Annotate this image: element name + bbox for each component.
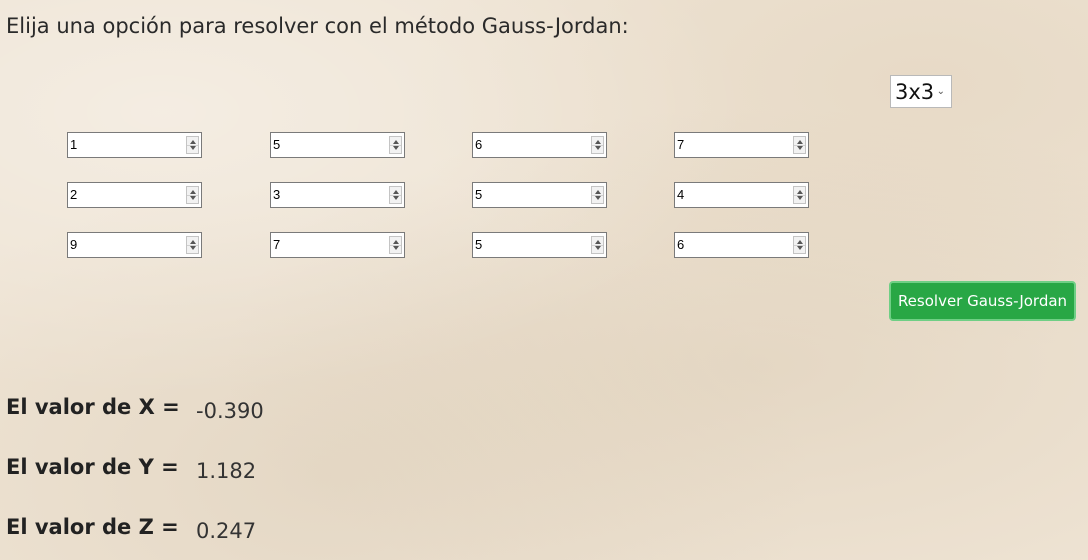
matrix-cell-input[interactable]: 1 bbox=[67, 132, 202, 158]
matrix-cell-input[interactable]: 6 bbox=[674, 232, 809, 258]
spinner-arrows-icon[interactable] bbox=[389, 136, 402, 154]
spinner-arrows-icon[interactable] bbox=[186, 236, 199, 254]
matrix-cell-input[interactable]: 3 bbox=[270, 182, 405, 208]
matrix-cell-value: 1 bbox=[70, 137, 78, 152]
spinner-arrows-icon[interactable] bbox=[389, 236, 402, 254]
spinner-arrows-icon[interactable] bbox=[793, 186, 806, 204]
chevron-down-icon: ⌄ bbox=[936, 86, 945, 97]
result-label: El valor de Z = bbox=[6, 515, 179, 539]
spinner-arrows-icon[interactable] bbox=[793, 136, 806, 154]
matrix-cell-value: 6 bbox=[475, 137, 483, 152]
matrix-cell-value: 2 bbox=[70, 187, 78, 202]
spinner-arrows-icon[interactable] bbox=[591, 236, 604, 254]
matrix-cell-value: 5 bbox=[475, 187, 483, 202]
matrix-cell-input[interactable]: 9 bbox=[67, 232, 202, 258]
spinner-arrows-icon[interactable] bbox=[793, 236, 806, 254]
matrix-cell-value: 4 bbox=[677, 187, 685, 202]
result-value: -0.390 bbox=[196, 399, 264, 423]
matrix-cell-input[interactable]: 2 bbox=[67, 182, 202, 208]
solve-gauss-jordan-button[interactable]: Resolver Gauss-Jordan bbox=[889, 281, 1076, 321]
matrix-cell-value: 5 bbox=[273, 137, 281, 152]
matrix-cell-input[interactable]: 5 bbox=[472, 182, 607, 208]
spinner-arrows-icon[interactable] bbox=[186, 136, 199, 154]
matrix-cell-input[interactable]: 7 bbox=[674, 132, 809, 158]
spinner-arrows-icon[interactable] bbox=[591, 186, 604, 204]
matrix-cell-input[interactable]: 4 bbox=[674, 182, 809, 208]
result-label: El valor de Y = bbox=[6, 455, 179, 479]
spinner-arrows-icon[interactable] bbox=[186, 186, 199, 204]
matrix-cell-value: 7 bbox=[677, 137, 685, 152]
result-value: 1.182 bbox=[196, 459, 257, 483]
spinner-arrows-icon[interactable] bbox=[389, 186, 402, 204]
matrix-size-select[interactable]: 3x3 ⌄ bbox=[890, 75, 952, 108]
page-instruction: Elija una opción para resolver con el mé… bbox=[6, 14, 629, 38]
result-label: El valor de X = bbox=[6, 395, 180, 419]
matrix-size-value: 3x3 bbox=[895, 79, 935, 104]
matrix-cell-input[interactable]: 7 bbox=[270, 232, 405, 258]
matrix-cell-input[interactable]: 6 bbox=[472, 132, 607, 158]
matrix-cell-input[interactable]: 5 bbox=[270, 132, 405, 158]
matrix-cell-value: 5 bbox=[475, 237, 483, 252]
matrix-cell-input[interactable]: 5 bbox=[472, 232, 607, 258]
matrix-cell-value: 7 bbox=[273, 237, 281, 252]
matrix-cell-value: 3 bbox=[273, 187, 281, 202]
matrix-cell-value: 6 bbox=[677, 237, 685, 252]
result-value: 0.247 bbox=[196, 519, 257, 543]
spinner-arrows-icon[interactable] bbox=[591, 136, 604, 154]
matrix-cell-value: 9 bbox=[70, 237, 78, 252]
